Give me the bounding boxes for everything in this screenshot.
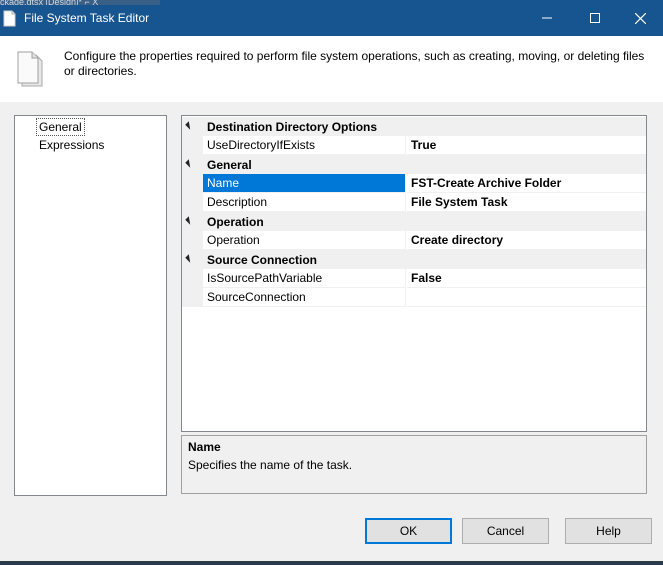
category-general: General (182, 155, 646, 174)
help-button[interactable]: Help (565, 518, 652, 544)
property-row-issourcepathvariable[interactable]: IsSourcePathVariable False (182, 269, 646, 288)
property-value[interactable]: True (407, 136, 646, 155)
property-value[interactable]: Create directory (407, 231, 646, 250)
minimize-icon (542, 17, 552, 19)
property-name: Name (203, 174, 406, 193)
row-margin (182, 193, 203, 212)
category-destination-directory-options: Destination Directory Options (182, 117, 646, 136)
collapse-icon[interactable] (185, 216, 194, 225)
page-list: General Expressions (14, 115, 167, 496)
category-label: Operation (207, 215, 264, 229)
property-value[interactable]: File System Task (407, 193, 646, 212)
property-description-panel: Name Specifies the name of the task. (181, 435, 647, 494)
property-row-usedirectoryifexists[interactable]: UseDirectoryIfExists True (182, 136, 646, 155)
property-name: UseDirectoryIfExists (203, 136, 406, 155)
property-name: IsSourcePathVariable (203, 269, 406, 288)
header-description: Configure the properties required to per… (64, 49, 645, 78)
property-row-description[interactable]: Description File System Task (182, 193, 646, 212)
close-icon (634, 12, 646, 24)
category-label: Source Connection (207, 253, 318, 267)
property-row-operation[interactable]: Operation Create directory (182, 231, 646, 250)
nav-item-general[interactable]: General (36, 118, 85, 136)
collapse-icon[interactable] (185, 159, 194, 168)
nav-item-expressions[interactable]: Expressions (37, 137, 106, 153)
cancel-button[interactable]: Cancel (462, 518, 549, 544)
description-title: Name (188, 440, 221, 454)
taskbar-edge (0, 561, 663, 565)
category-operation: Operation (182, 212, 646, 231)
documents-icon (17, 51, 43, 87)
property-name: Description (203, 193, 406, 212)
header-panel: Configure the properties required to per… (0, 36, 663, 102)
maximize-icon (590, 13, 600, 23)
row-margin (182, 136, 203, 155)
file-system-task-editor-window: ckage.dtsx [Design]* ⌐ X File System Tas… (0, 0, 663, 565)
category-label: General (207, 158, 252, 172)
document-icon (3, 10, 16, 27)
property-value[interactable]: False (407, 269, 646, 288)
row-margin (182, 174, 203, 193)
window-title: File System Task Editor (24, 11, 150, 25)
property-value[interactable] (407, 288, 646, 307)
category-source-connection: Source Connection (182, 250, 646, 269)
row-margin (182, 231, 203, 250)
maximize-button[interactable] (572, 0, 618, 36)
ok-button[interactable]: OK (365, 518, 452, 544)
background-window-strip: ckage.dtsx [Design]* ⌐ X (0, 0, 160, 5)
minimize-button[interactable] (524, 0, 570, 36)
property-name: Operation (203, 231, 406, 250)
property-name: SourceConnection (203, 288, 406, 307)
property-row-sourceconnection[interactable]: SourceConnection (182, 288, 646, 307)
collapse-icon[interactable] (185, 121, 194, 130)
category-label: Destination Directory Options (207, 120, 378, 134)
row-margin (182, 269, 203, 288)
property-value[interactable]: FST-Create Archive Folder (407, 174, 646, 193)
row-margin (182, 288, 203, 307)
property-grid: Destination Directory Options UseDirecto… (181, 115, 647, 432)
title-bar[interactable]: ckage.dtsx [Design]* ⌐ X File System Tas… (0, 0, 663, 36)
property-row-name[interactable]: Name FST-Create Archive Folder (182, 174, 646, 193)
description-text: Specifies the name of the task. (188, 458, 353, 472)
collapse-icon[interactable] (185, 254, 194, 263)
close-button[interactable] (617, 0, 663, 36)
